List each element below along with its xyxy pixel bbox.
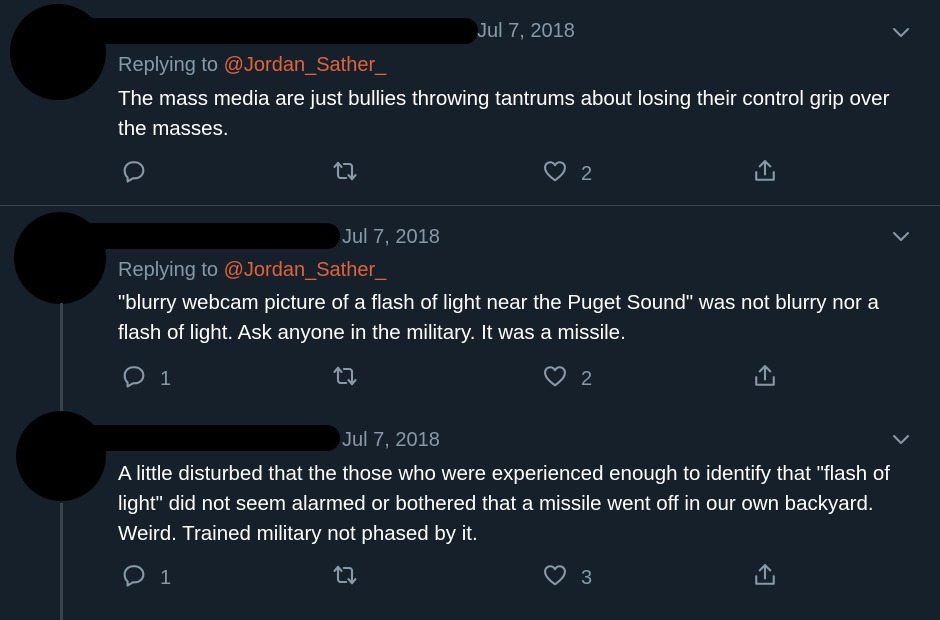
tweet[interactable]: Jul 7, 2018 Replying to @Jordan_Sather_ …	[0, 206, 940, 420]
like-count: 2	[581, 162, 593, 185]
heart-icon	[541, 157, 569, 191]
replying-to-handle[interactable]: @Jordan_Sather_	[224, 54, 387, 76]
replying-to-prefix: Replying to	[118, 54, 224, 76]
replying-to-prefix: Replying to	[118, 259, 224, 281]
tweet-date[interactable]: Jul 7, 2018	[342, 226, 440, 249]
chevron-down-icon[interactable]	[889, 20, 913, 44]
retweet-icon	[331, 362, 359, 396]
replying-to: Replying to @Jordan_Sather_	[118, 54, 386, 77]
share-button[interactable]	[751, 564, 779, 592]
like-button[interactable]: 3	[541, 564, 592, 592]
tweet-text: The mass media are just bullies throwing…	[118, 87, 890, 140]
retweet-button[interactable]	[331, 160, 371, 188]
heart-icon	[541, 362, 569, 396]
retweet-button[interactable]	[331, 564, 371, 592]
like-count: 2	[581, 367, 593, 390]
tweet-thread: Jul 7, 2018 Replying to @Jordan_Sather_ …	[0, 0, 940, 620]
retweet-button[interactable]	[331, 365, 371, 393]
like-button[interactable]: 2	[541, 160, 592, 188]
reply-button[interactable]: 1	[120, 564, 171, 592]
thread-connector	[60, 303, 63, 418]
reply-button[interactable]	[120, 160, 160, 188]
share-button[interactable]	[751, 365, 779, 393]
reply-icon	[120, 157, 148, 191]
share-icon	[751, 157, 779, 191]
tweet[interactable]: Jul 7, 2018 A little disturbed that the …	[0, 405, 940, 620]
redacted-username	[66, 425, 340, 451]
tweet-date[interactable]: Jul 7, 2018	[342, 429, 440, 452]
reply-button[interactable]: 1	[120, 365, 171, 393]
redacted-username	[70, 18, 478, 44]
chevron-down-icon[interactable]	[889, 224, 913, 248]
retweet-icon	[331, 157, 359, 191]
heart-icon	[541, 561, 569, 595]
reply-count: 1	[160, 367, 172, 390]
tweet-text: "blurry webcam picture of a flash of lig…	[118, 291, 879, 344]
share-icon	[751, 362, 779, 396]
tweet-date[interactable]: Jul 7, 2018	[477, 20, 575, 43]
chevron-down-icon[interactable]	[889, 427, 913, 451]
tweet-text: A little disturbed that the those who we…	[118, 462, 890, 545]
tweet[interactable]: Jul 7, 2018 Replying to @Jordan_Sather_ …	[0, 0, 940, 205]
share-button[interactable]	[751, 160, 779, 188]
replying-to-handle[interactable]: @Jordan_Sather_	[224, 259, 387, 281]
reply-icon	[120, 362, 148, 396]
replying-to: Replying to @Jordan_Sather_	[118, 259, 386, 282]
retweet-icon	[331, 561, 359, 595]
like-button[interactable]: 2	[541, 365, 592, 393]
reply-icon	[120, 561, 148, 595]
reply-count: 1	[160, 566, 172, 589]
share-icon	[751, 561, 779, 595]
thread-connector	[60, 503, 63, 620]
like-count: 3	[581, 566, 593, 589]
redacted-username	[68, 223, 340, 249]
